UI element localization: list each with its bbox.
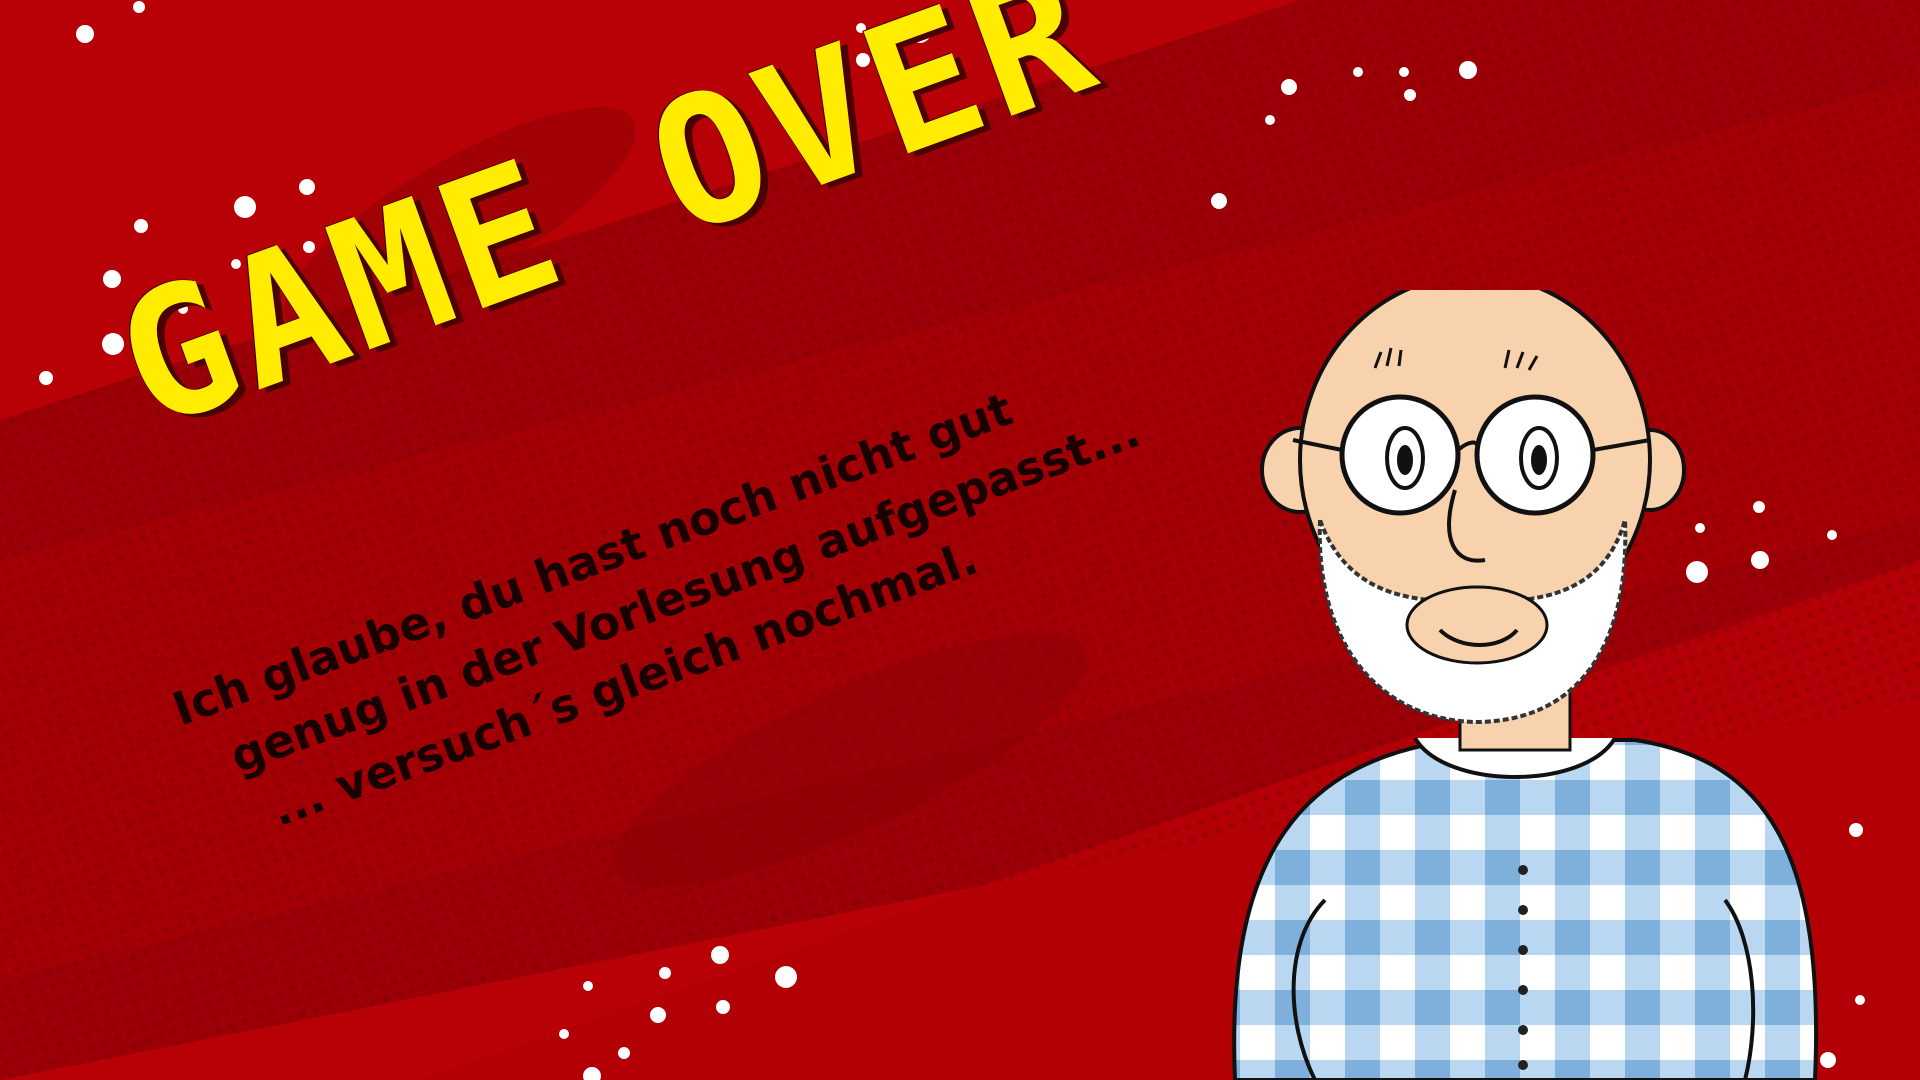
game-over-screen: GAME OVER Ich glaube, du hast noch nicht… — [0, 0, 1920, 1080]
sparkle-dot — [1211, 193, 1227, 209]
sparkle-dot — [1281, 79, 1297, 95]
sparkle-dot — [775, 966, 797, 988]
sparkle-dot — [1855, 995, 1865, 1005]
sparkle-dot — [583, 981, 593, 991]
sparkle-dot — [1404, 89, 1416, 101]
sparkle-dot — [1265, 115, 1275, 125]
sparkle-dot — [618, 1047, 630, 1059]
sparkle-dot — [133, 1, 145, 13]
sparkle-dot — [711, 946, 729, 964]
sparkle-dot — [1399, 67, 1409, 77]
sparkle-dot — [1353, 67, 1363, 77]
lecturer-character — [1232, 290, 1818, 1080]
sparkle-dot — [659, 967, 671, 979]
sparkle-dot — [650, 1007, 666, 1023]
sparkle-dot — [76, 25, 94, 43]
sparkle-dot — [1459, 61, 1477, 79]
sparkle-dot — [559, 1029, 569, 1039]
sparkle-dot — [1849, 823, 1863, 837]
sparkle-dot — [39, 371, 53, 385]
sparkle-dot — [716, 1000, 730, 1014]
